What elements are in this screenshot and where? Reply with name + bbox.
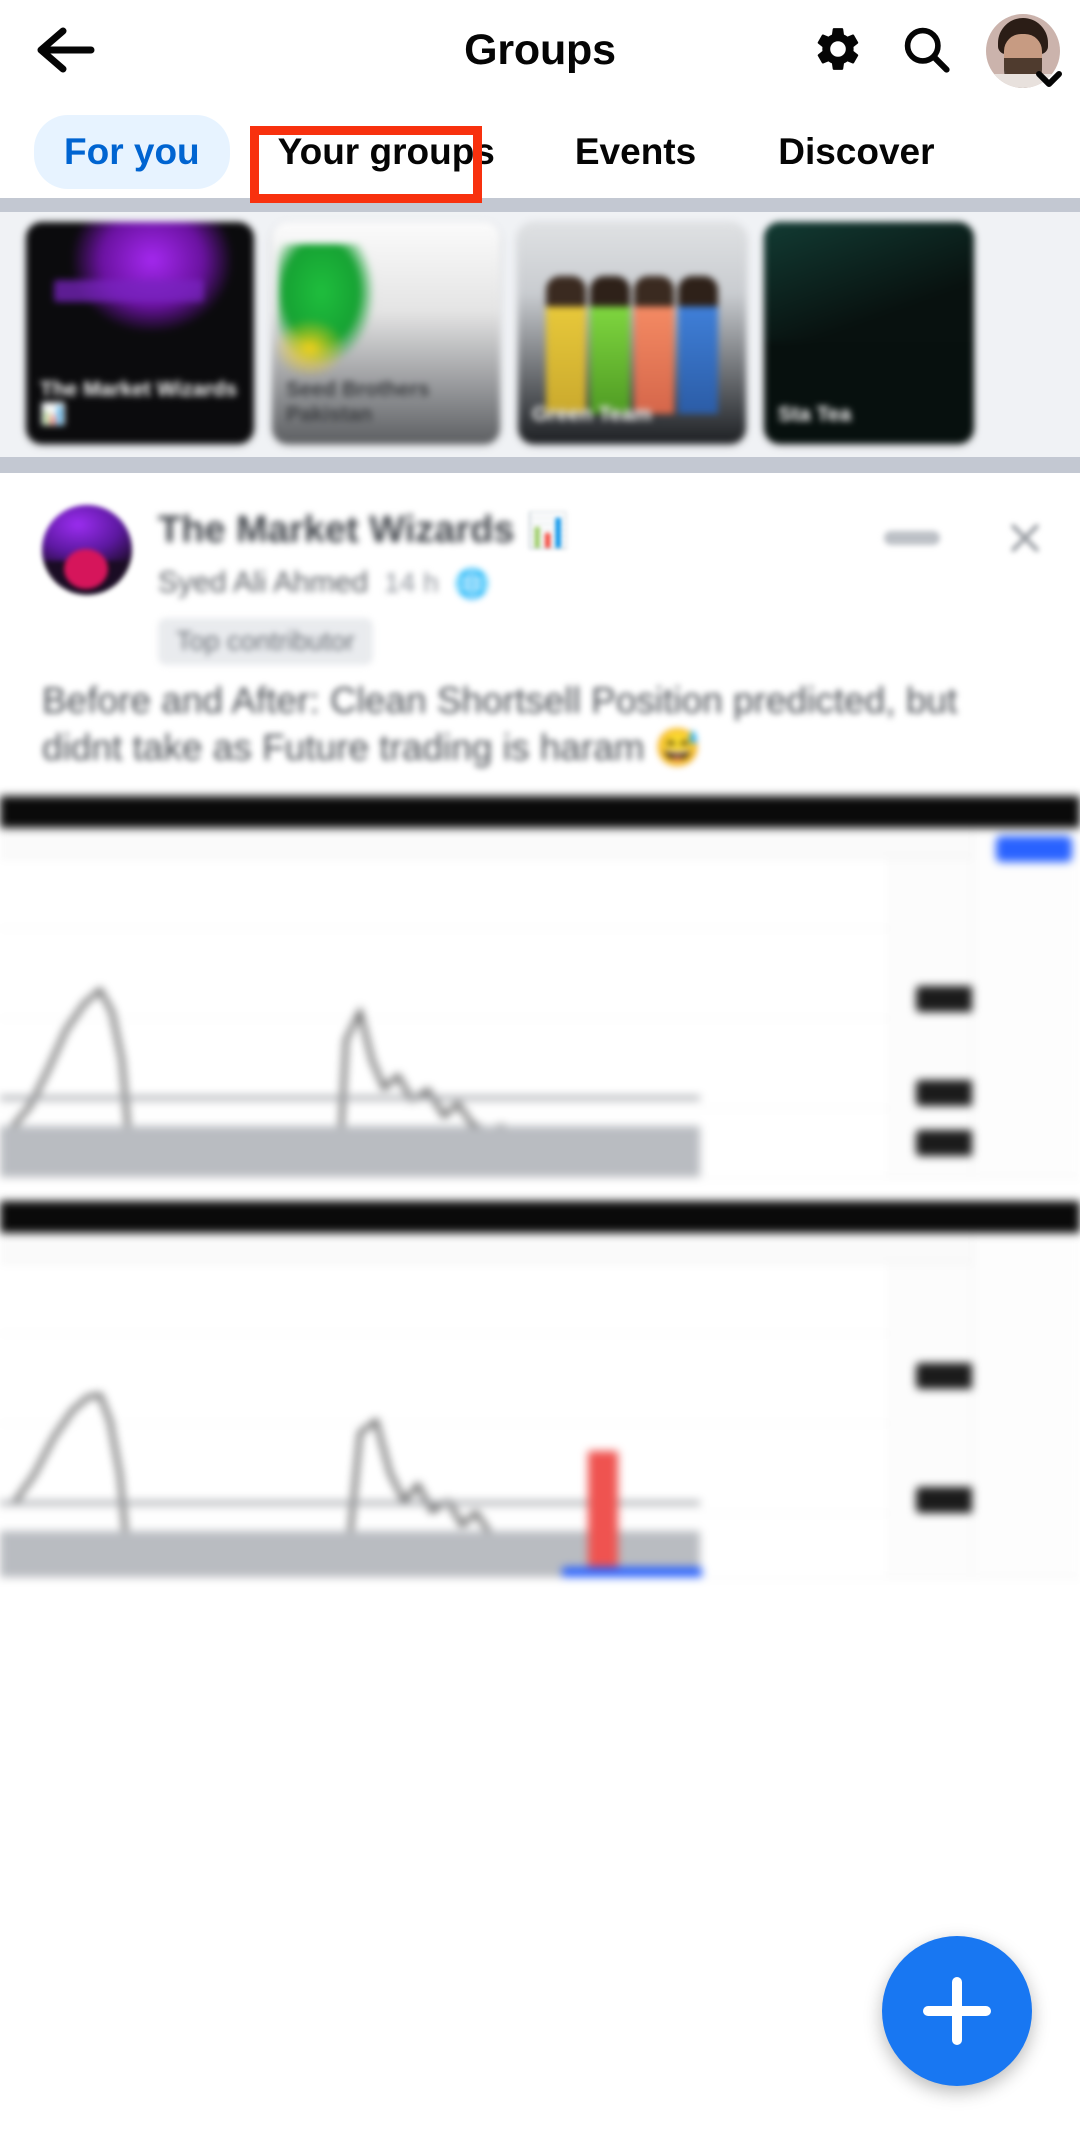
post-group-name[interactable]: The Market Wizards — [158, 509, 515, 552]
group-card[interactable]: Sta Tea — [764, 222, 974, 444]
post-meta-row: Syed Ali Ahmed 14 h 🌐 — [158, 566, 1050, 600]
group-card-caption: Green Team — [532, 403, 652, 427]
app-bar-actions — [806, 14, 1062, 88]
search-button[interactable] — [894, 15, 958, 87]
group-card-caption: Seed Brothers Pakistan — [286, 377, 430, 427]
post-header-actions — [884, 517, 1046, 559]
post-image-chart-after[interactable] — [0, 1200, 1080, 1601]
post-body-text: Before and After: Clean Shortsell Positi… — [42, 680, 958, 769]
plus-icon-bar — [923, 2006, 991, 2016]
section-divider-feed — [0, 457, 1080, 473]
chevron-down-icon — [1034, 68, 1064, 90]
tab-bar: For you Your groups Events Discover — [0, 104, 1080, 200]
feed-post: The Market Wizards 📊 Syed Ali Ahmed 14 h… — [0, 473, 1080, 1601]
create-group-fab[interactable] — [882, 1936, 1032, 2086]
post-author-name[interactable]: Syed Ali Ahmed — [158, 566, 368, 600]
post-header: The Market Wizards 📊 Syed Ali Ahmed 14 h… — [0, 473, 1080, 665]
group-card-caption: Sta Tea — [778, 403, 852, 427]
group-cards-carousel[interactable]: The Market Wizards 📊 Seed Brothers Pakis… — [0, 212, 1080, 457]
group-card[interactable]: Seed Brothers Pakistan — [272, 222, 500, 444]
post-image-chart-before[interactable] — [0, 795, 1080, 1201]
group-card[interactable]: The Market Wizards 📊 — [26, 222, 254, 444]
tab-for-you[interactable]: For you — [34, 115, 230, 189]
app-bar: Groups — [0, 0, 1080, 104]
post-timestamp: 14 h — [384, 567, 439, 598]
tab-your-groups[interactable]: Your groups — [248, 115, 525, 189]
settings-button[interactable] — [806, 15, 870, 87]
gear-icon — [812, 23, 864, 80]
section-divider-top — [0, 198, 1080, 212]
facebook-groups-screen: Groups For you Your groups Events Discov… — [0, 0, 1080, 2134]
top-contributor-badge: Top contributor — [158, 618, 373, 665]
globe-icon: 🌐 — [454, 567, 490, 599]
group-card-caption: The Market Wizards 📊 — [40, 377, 238, 427]
group-card-people-image — [518, 276, 746, 414]
post-group-avatar[interactable] — [42, 505, 132, 595]
close-icon[interactable] — [1004, 517, 1046, 559]
tab-discover[interactable]: Discover — [748, 115, 964, 189]
profile-avatar-button[interactable] — [986, 14, 1062, 88]
chart-emoji-icon: 📊 — [526, 511, 569, 550]
group-card[interactable]: Green Team — [518, 222, 746, 444]
more-options-icon[interactable] — [884, 531, 940, 545]
search-icon — [900, 23, 952, 80]
tab-events[interactable]: Events — [545, 115, 726, 189]
